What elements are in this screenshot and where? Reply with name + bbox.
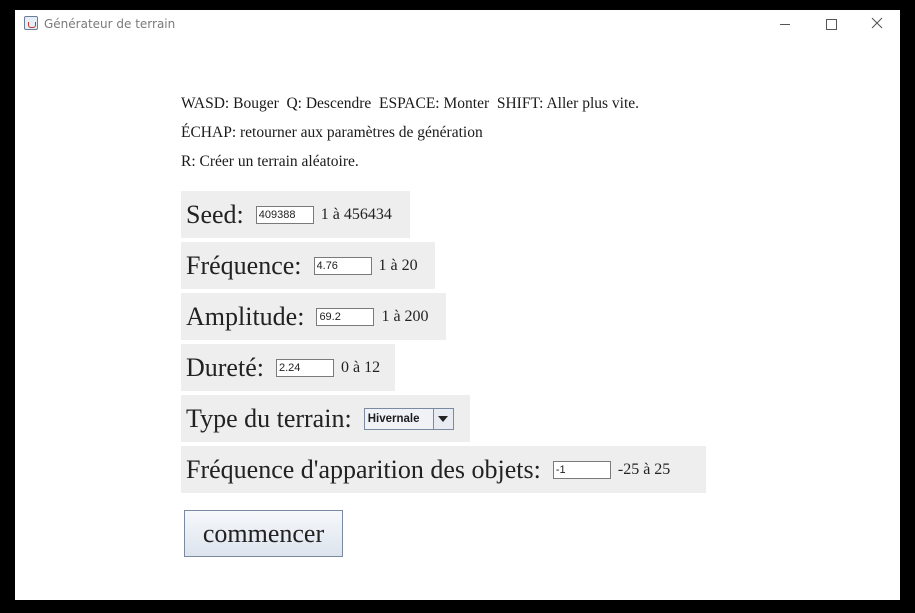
frequence-label: Fréquence:	[186, 250, 302, 280]
seed-range: 1 à 456434	[320, 205, 392, 223]
objets-label: Fréquence d'apparition des objets:	[186, 454, 541, 484]
dropdown-button[interactable]	[432, 408, 453, 429]
type-label: Type du terrain:	[186, 403, 352, 433]
maximize-icon	[826, 19, 837, 30]
minimize-icon	[780, 24, 790, 25]
window-title: Générateur de terrain	[44, 17, 176, 31]
frequence-range: 1 à 20	[378, 256, 418, 274]
amplitude-row: Amplitude: 1 à 200	[181, 293, 446, 340]
amplitude-range: 1 à 200	[381, 307, 429, 325]
durete-label: Dureté:	[186, 352, 264, 382]
type-row: Type du terrain: Hivernale	[181, 395, 470, 442]
objets-input[interactable]	[552, 460, 611, 479]
durete-row: Dureté: 0 à 12	[181, 344, 395, 391]
app-window: Générateur de terrain WASD: Bouger Q: De…	[15, 10, 900, 600]
main-panel: WASD: Bouger Q: Descendre ESPACE: Monter…	[15, 38, 900, 600]
amplitude-input[interactable]	[316, 307, 375, 326]
amplitude-label: Amplitude:	[186, 301, 305, 331]
maximize-button[interactable]	[808, 10, 854, 38]
terrain-type-value: Hivernale	[367, 412, 420, 425]
commencer-button[interactable]: commencer	[184, 510, 343, 557]
seed-input[interactable]	[255, 205, 314, 224]
objets-range: -25 à 25	[617, 460, 671, 478]
objets-row: Fréquence d'apparition des objets: -25 à…	[181, 446, 706, 493]
durete-input[interactable]	[275, 358, 334, 377]
seed-label: Seed:	[186, 199, 244, 229]
title-bar[interactable]: Générateur de terrain	[15, 10, 900, 38]
seed-row: Seed: 1 à 456434	[181, 191, 410, 238]
java-cup-icon	[24, 16, 38, 30]
minimize-button[interactable]	[762, 10, 808, 38]
frequence-row: Fréquence: 1 à 20	[181, 242, 435, 289]
terrain-type-select[interactable]: Hivernale	[363, 407, 454, 430]
instruction-escape: ÉCHAP: retourner aux paramètres de génér…	[181, 124, 483, 141]
instruction-random: R: Créer un terrain aléatoire.	[181, 153, 359, 170]
frequence-input[interactable]	[313, 256, 372, 275]
close-icon	[871, 17, 883, 29]
close-button[interactable]	[854, 10, 900, 38]
chevron-down-icon	[438, 415, 449, 422]
durete-range: 0 à 12	[340, 358, 381, 376]
instruction-controls: WASD: Bouger Q: Descendre ESPACE: Monter…	[181, 95, 640, 112]
